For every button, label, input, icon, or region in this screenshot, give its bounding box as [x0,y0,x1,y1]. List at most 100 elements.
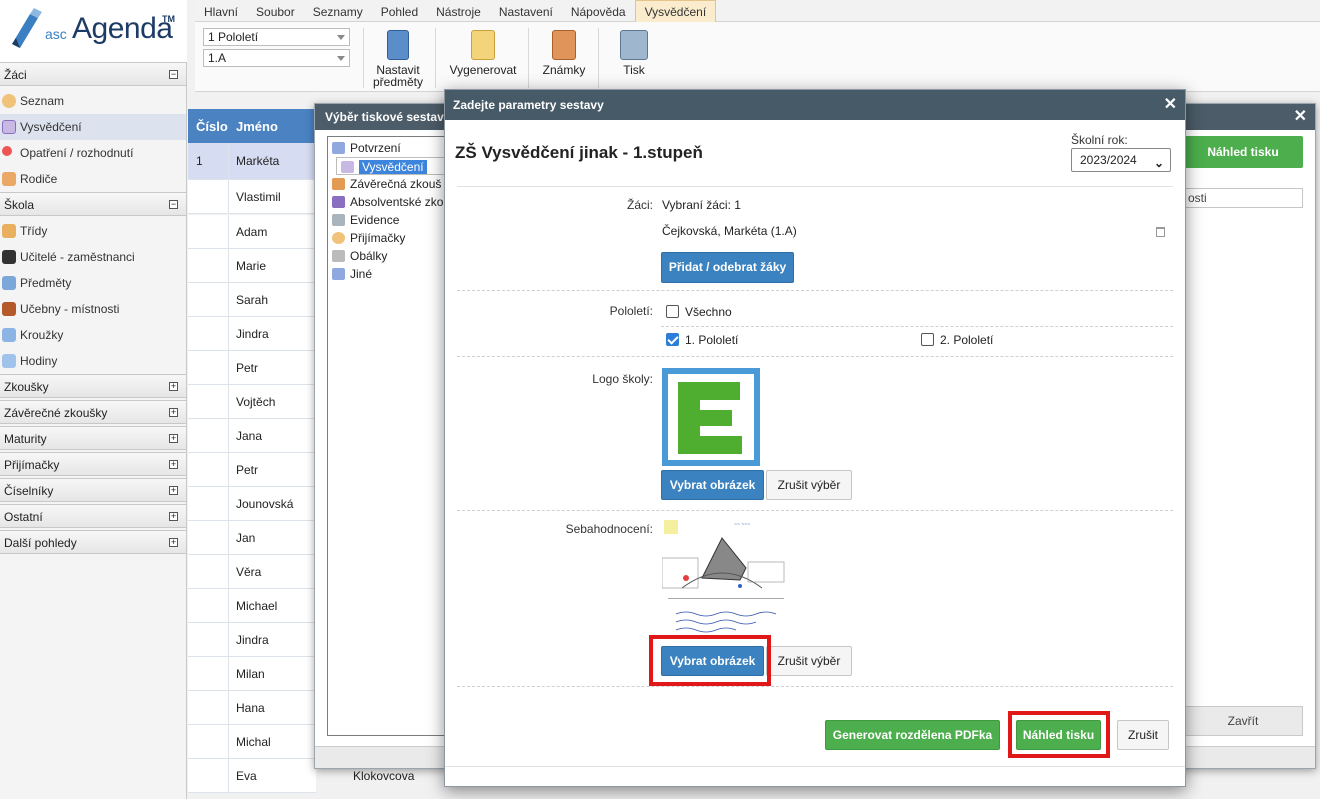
select-logo-image-button[interactable]: Vybrat obrázek [661,470,764,500]
sidebar-section-prijimacky[interactable]: Přijímačky + [0,452,186,476]
sidebar-section-ciselniky[interactable]: Číselníky + [0,478,186,502]
sidebar-item-seznam[interactable]: Seznam [0,88,186,114]
sidebar-section-ostatni[interactable]: Ostatní + [0,504,186,528]
table-row[interactable]: Michal [188,725,316,759]
print-button[interactable]: Tisk [609,30,659,76]
sidebar-section-zkousky[interactable]: Zkoušky + [0,374,186,398]
divider [457,290,1173,291]
table-row[interactable]: Vlastimil [188,180,316,214]
period1-checkbox[interactable] [666,333,679,346]
sidebar-item-ucitele[interactable]: Učitelé - zaměstnanci [0,244,186,270]
expand-icon[interactable]: + [169,512,178,521]
sidebar-item-rodice[interactable]: Rodiče [0,166,186,192]
table-row[interactable]: Hana [188,691,316,725]
table-row[interactable]: Jan [188,521,316,555]
row-name: Hana [236,701,265,715]
table-row[interactable]: Jounovská [188,487,316,521]
expand-icon[interactable]: + [169,486,178,495]
sidebar-item-vysvedceni[interactable]: Vysvědčení [0,114,186,140]
table-row[interactable]: 1 Markéta [188,143,316,180]
sidebar-section-zaci[interactable]: Žáci − [0,62,186,86]
add-remove-students-button[interactable]: Přidat / odebrat žáky [661,252,794,283]
period2-checkbox[interactable] [921,333,934,346]
sidebar-item-tridy[interactable]: Třídy [0,218,186,244]
highlight-print-preview [1008,711,1110,758]
sidebar-item-hodiny[interactable]: Hodiny [0,348,186,374]
tree-item-prijimacky[interactable]: Přijímačky [328,229,448,247]
sidebar-section-skola[interactable]: Škola − [0,192,186,216]
generate-button[interactable]: Vygenerovat [445,30,521,76]
cancel-self-evaluation-selection-button[interactable]: Zrušit výběr [766,646,852,676]
collapse-icon[interactable]: − [169,200,178,209]
app-logo: asc Agenda TM [0,0,187,62]
sidebar-item-ucebny[interactable]: Učebny - místnosti [0,296,186,322]
table-row[interactable]: Milan [188,657,316,691]
table-row[interactable]: Eva [188,759,316,793]
section-label: Žáci [4,68,27,82]
table-row[interactable]: Marie [188,249,316,283]
menu-hlavni[interactable]: Hlavní [195,1,247,23]
close-icon[interactable]: ✕ [1294,104,1307,130]
menu-nastroje[interactable]: Nástroje [427,1,490,23]
certificate-icon [2,120,16,134]
period-select[interactable]: 1 Pololetí [203,28,350,46]
row-number [188,385,229,418]
table-row[interactable]: Jana [188,419,316,453]
sidebar-item-opatreni[interactable]: Opatření / rozhodnutí [0,140,186,166]
classes-icon [2,224,16,238]
school-year-select[interactable]: 2023/2024 ⌄ [1071,148,1171,172]
tree-item-zaverecna-zkouska[interactable]: Závěrečná zkouš [328,175,448,193]
expand-icon[interactable]: + [169,460,178,469]
sidebar-item-krouzky[interactable]: Kroužky [0,322,186,348]
expand-icon[interactable]: + [169,434,178,443]
divider [661,326,1173,327]
tree-item-vysvedceni[interactable]: Vysvědčení [336,157,448,175]
tree-item-evidence[interactable]: Evidence [328,211,448,229]
class-select[interactable]: 1.A [203,49,350,67]
cancel-logo-selection-button[interactable]: Zrušit výběr [766,470,852,500]
trash-icon[interactable] [1156,227,1165,237]
sidebar-item-predmety[interactable]: Předměty [0,270,186,296]
close-icon[interactable]: ✕ [1164,90,1177,120]
person-icon [332,232,345,244]
sidebar-section-maturity[interactable]: Maturity + [0,426,186,450]
tree-item-obalky[interactable]: Obálky [328,247,448,265]
column-number[interactable]: Číslo [196,119,228,134]
close-button[interactable]: Zavřít [1183,706,1303,736]
menu-napoveda[interactable]: Nápověda [562,1,635,23]
menu-soubor[interactable]: Soubor [247,1,304,23]
cancel-button[interactable]: Zrušit [1117,720,1169,750]
menu-nastaveni[interactable]: Nastavení [490,1,562,23]
students-table-header: Číslo Jméno [188,109,316,143]
table-row[interactable]: Jindra [188,623,316,657]
collapse-icon[interactable]: − [169,70,178,79]
set-subjects-button[interactable]: Nastavit předměty [371,30,425,88]
table-row[interactable]: Jindra [188,317,316,351]
table-row[interactable]: Petr [188,351,316,385]
table-row[interactable]: Adam [188,215,316,249]
menu-pohled[interactable]: Pohled [372,1,427,23]
all-periods-checkbox[interactable] [666,305,679,318]
tree-item-jine[interactable]: Jiné [328,265,448,283]
generate-split-pdfs-button[interactable]: Generovat rozdělena PDFka [825,720,1000,750]
sidebar-section-dalsi-pohledy[interactable]: Další pohledy + [0,530,186,554]
table-row[interactable]: Vojtěch [188,385,316,419]
table-row[interactable]: Sarah [188,283,316,317]
grades-button[interactable]: Známky [537,30,591,76]
menu-seznamy[interactable]: Seznamy [304,1,372,23]
report-option-select[interactable]: osti [1183,188,1303,208]
table-row[interactable]: Petr [188,453,316,487]
menu-vysvedceni[interactable]: Vysvědčení [634,0,717,22]
table-row[interactable]: Michael [188,589,316,623]
expand-icon[interactable]: + [169,408,178,417]
row-number [188,351,229,384]
expand-icon[interactable]: + [169,538,178,547]
tree-item-potvrzeni[interactable]: Potvrzení [328,139,448,157]
expand-icon[interactable]: + [169,382,178,391]
column-name[interactable]: Jméno [236,119,278,134]
tree-item-absolventske[interactable]: Absolventské zko [328,193,448,211]
table-row[interactable]: Věra [188,555,316,589]
clubs-icon [2,328,16,342]
sidebar-section-zaverecne-zkousky[interactable]: Závěrečné zkoušky + [0,400,186,424]
preview-button-background[interactable]: Náhled tisku [1183,136,1303,168]
